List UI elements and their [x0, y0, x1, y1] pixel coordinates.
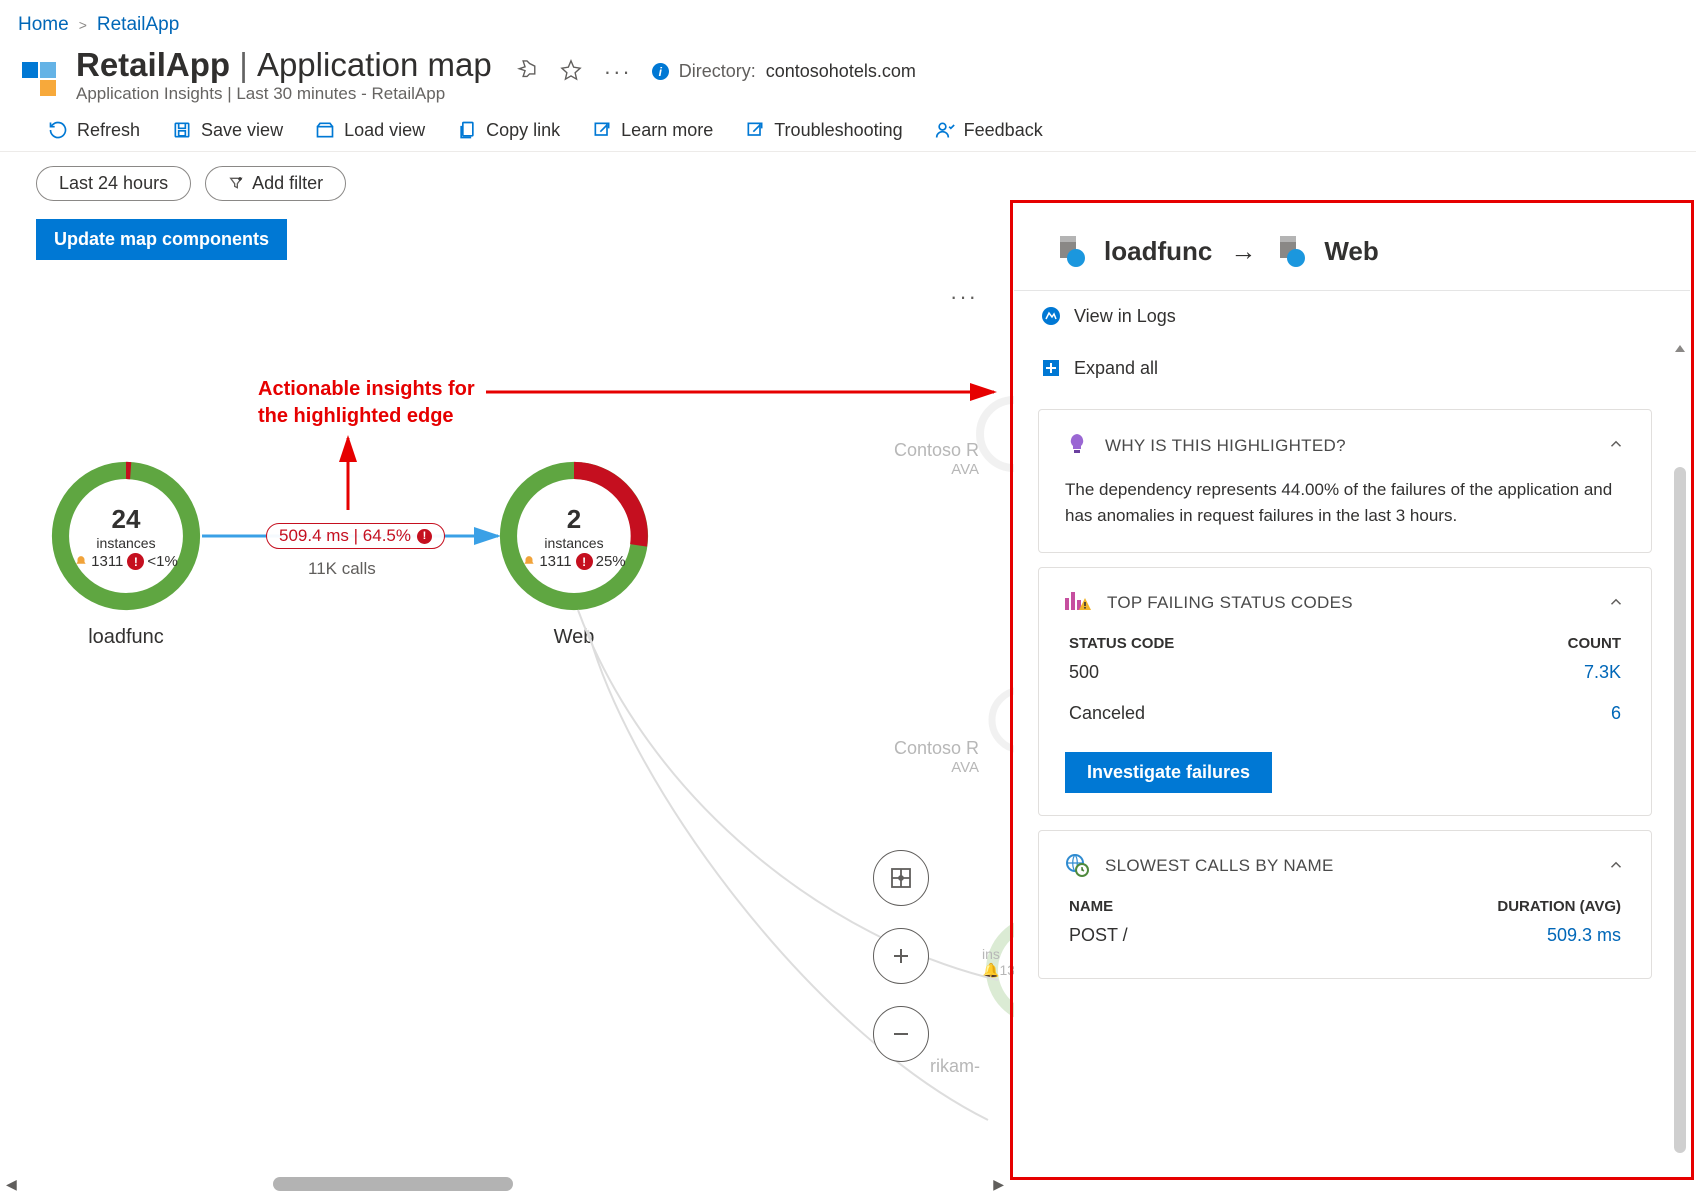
slowest-post-duration[interactable]: 509.3 ms — [1547, 925, 1621, 946]
ghost-node-1: Contoso RAVA — [894, 440, 979, 478]
save-view-button[interactable]: Save view — [172, 120, 283, 141]
breadcrumb-sep: > — [79, 17, 87, 33]
title-area: RetailApp | Application map Application … — [0, 42, 1696, 104]
server-icon — [1274, 234, 1308, 268]
arrow-right-icon: → — [1230, 236, 1256, 267]
zoom-fit-button[interactable] — [873, 850, 929, 906]
breadcrumb-current[interactable]: RetailApp — [97, 14, 179, 36]
time-range-pill[interactable]: Last 24 hours — [36, 166, 191, 201]
app-insights-icon — [18, 58, 60, 100]
chevron-up-icon — [1607, 856, 1625, 877]
expand-all-link[interactable]: Expand all — [1034, 341, 1656, 395]
ghost-connector — [568, 600, 1008, 1150]
node-loadfunc-error: <1% — [147, 553, 177, 570]
refresh-button[interactable]: Refresh — [48, 120, 140, 141]
node-web-count: 2 — [496, 504, 652, 535]
title-text-block: RetailApp | Application map Application … — [76, 46, 492, 104]
chevron-up-icon — [1607, 593, 1625, 614]
col-name: NAME — [1069, 898, 1113, 915]
card-why-title: WHY IS THIS HIGHLIGHTED? — [1105, 436, 1346, 456]
command-bar: Refresh Save view Load view Copy link Le… — [0, 104, 1696, 152]
breadcrumb-home[interactable]: Home — [18, 14, 69, 36]
application-map[interactable]: Actionable insights forthe highlighted e… — [18, 330, 1018, 1150]
map-horizontal-scrollbar[interactable]: ◀ ▶ — [0, 1174, 1010, 1194]
scroll-left-arrow[interactable]: ◀ — [0, 1176, 23, 1193]
node-loadfunc-name: loadfunc — [48, 626, 204, 649]
lightbulb-icon — [1065, 432, 1089, 459]
server-icon — [1054, 234, 1088, 268]
panel-from: loadfunc — [1104, 236, 1212, 267]
feedback-button[interactable]: Feedback — [935, 120, 1043, 141]
breadcrumb: Home > RetailApp — [0, 0, 1696, 42]
node-loadfunc-count: 24 — [48, 504, 204, 535]
logs-icon — [1040, 305, 1062, 327]
panel-to: Web — [1324, 236, 1378, 267]
title-icon-group: ··· — [516, 59, 632, 85]
map-edge-sub: 11K calls — [308, 559, 376, 579]
status-canceled-count[interactable]: 6 — [1611, 703, 1621, 724]
map-more-icon[interactable]: ··· — [950, 284, 978, 310]
add-filter-pill[interactable]: Add filter — [205, 166, 346, 201]
node-loadfunc-instances: instances — [48, 535, 204, 551]
load-view-button[interactable]: Load view — [315, 120, 425, 141]
panel-link-list: View in Logs — [1014, 290, 1690, 341]
card-slowest-header[interactable]: SLOWEST CALLS BY NAME — [1065, 853, 1625, 880]
globe-clock-icon — [1065, 853, 1089, 880]
scroll-thumb[interactable] — [273, 1177, 513, 1191]
node-web-error: 25% — [596, 553, 626, 570]
view-in-logs-link[interactable]: View in Logs — [1014, 291, 1690, 341]
chevron-up-icon — [1607, 435, 1625, 456]
panel-scroll-area: Expand all WHY IS THIS HIGHLIGHTED? The … — [1014, 341, 1690, 1003]
card-why-body: The dependency represents 44.00% of the … — [1065, 477, 1625, 530]
chart-warning-icon — [1065, 590, 1091, 617]
status-500-count[interactable]: 7.3K — [1584, 662, 1621, 683]
card-status-codes: TOP FAILING STATUS CODES STATUS CODE COU… — [1038, 567, 1652, 816]
pin-icon[interactable] — [516, 59, 538, 84]
investigate-failures-button[interactable]: Investigate failures — [1065, 752, 1272, 793]
card-why-highlighted: WHY IS THIS HIGHLIGHTED? The dependency … — [1038, 409, 1652, 553]
node-web[interactable]: 2 instances 1311 !25% — [496, 458, 652, 617]
col-count: COUNT — [1568, 635, 1621, 652]
panel-scrollbar[interactable] — [1674, 467, 1686, 1153]
card-status-header[interactable]: TOP FAILING STATUS CODES — [1065, 590, 1625, 617]
card-why-header[interactable]: WHY IS THIS HIGHLIGHTED? — [1065, 432, 1625, 459]
node-loadfunc-alerts: 1311 — [91, 553, 123, 570]
scroll-right-arrow[interactable]: ▶ — [987, 1176, 1010, 1193]
col-status-code: STATUS CODE — [1069, 635, 1174, 652]
details-panel: loadfunc → Web View in Logs Expand all — [1014, 206, 1690, 1176]
directory-value: contosohotels.com — [766, 61, 916, 82]
page-title: RetailApp | Application map — [76, 46, 492, 84]
directory-label: Directory: — [679, 61, 756, 82]
filter-row: Last 24 hours Add filter — [0, 152, 1696, 207]
map-edge-pill[interactable]: 509.4 ms | 64.5% ! — [266, 523, 445, 549]
status-row-canceled: Canceled 6 — [1065, 693, 1625, 734]
node-web-instances: instances — [496, 535, 652, 551]
troubleshooting-button[interactable]: Troubleshooting — [745, 120, 902, 141]
node-web-alerts: 1311 — [539, 553, 571, 570]
scroll-up-arrow[interactable] — [1673, 343, 1687, 354]
panel-title: loadfunc → Web — [1014, 206, 1690, 276]
zoom-out-button[interactable] — [873, 1006, 929, 1062]
zoom-in-button[interactable] — [873, 928, 929, 984]
slowest-row-post: POST / 509.3 ms — [1065, 915, 1625, 956]
zoom-controls — [873, 850, 929, 1062]
card-slowest-calls: SLOWEST CALLS BY NAME NAME DURATION (AVG… — [1038, 830, 1652, 979]
learn-more-button[interactable]: Learn more — [592, 120, 713, 141]
page-subtitle: Application Insights | Last 30 minutes -… — [76, 84, 492, 104]
col-duration: DURATION (AVG) — [1497, 898, 1621, 915]
card-slowest-title: SLOWEST CALLS BY NAME — [1105, 856, 1334, 876]
info-icon: i — [652, 63, 669, 80]
update-map-button[interactable]: Update map components — [36, 219, 287, 260]
directory-info: i Directory: contosohotels.com — [652, 61, 916, 82]
copy-link-button[interactable]: Copy link — [457, 120, 560, 141]
star-icon[interactable] — [560, 59, 582, 84]
expand-icon — [1040, 357, 1062, 379]
status-row-500: 500 7.3K — [1065, 652, 1625, 693]
node-loadfunc[interactable]: 24 instances 1311 !<1% — [48, 458, 204, 617]
more-icon[interactable]: ··· — [604, 59, 632, 85]
card-status-title: TOP FAILING STATUS CODES — [1107, 593, 1353, 613]
